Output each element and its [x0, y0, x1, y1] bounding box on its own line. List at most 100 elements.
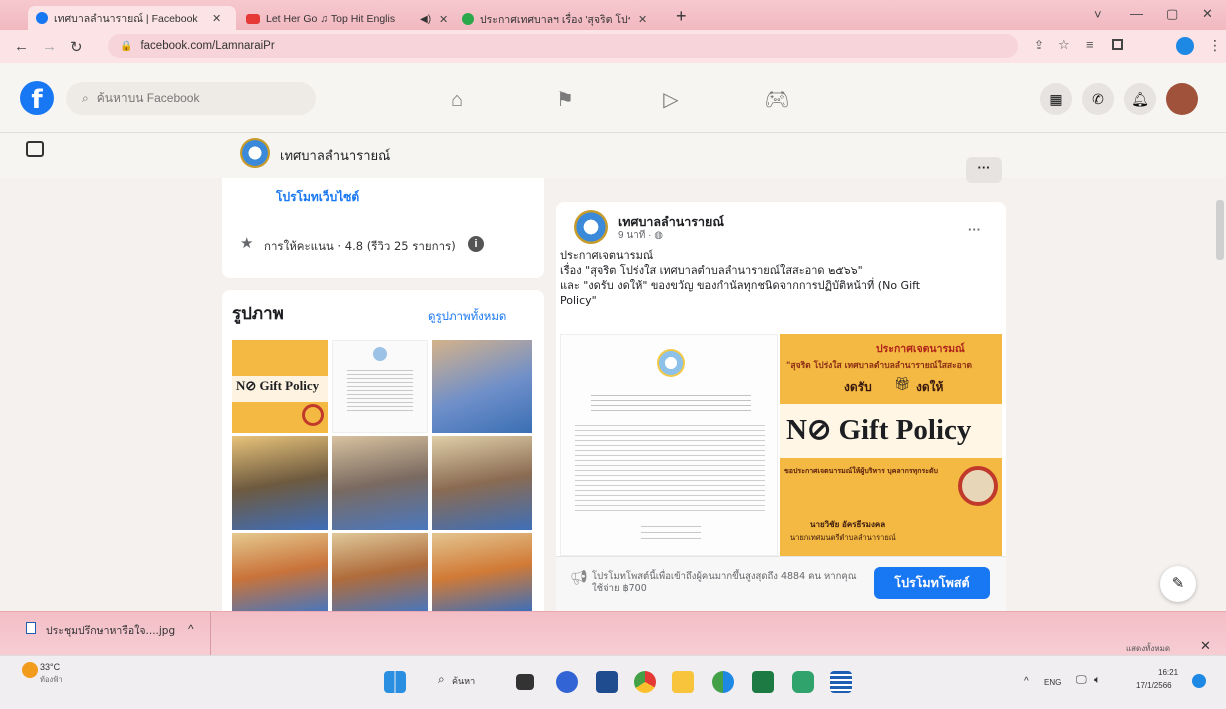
photo-thumbnail[interactable]: [332, 533, 428, 611]
taskbar-search-label[interactable]: ค้นหา: [452, 674, 475, 688]
side-panel-icon[interactable]: [1112, 39, 1123, 50]
promote-post-bar: 📢︎ โปรโมทโพสต์นี้เพื่อเข้าถึงผู้คนมากขึ้…: [556, 556, 1006, 611]
notepad-icon[interactable]: [830, 671, 852, 693]
excel-icon[interactable]: [752, 671, 774, 693]
task-view-icon[interactable]: [516, 674, 534, 690]
page-more-button[interactable]: ···: [966, 157, 1002, 183]
account-avatar[interactable]: [1166, 83, 1198, 115]
language-indicator[interactable]: ENG: [1044, 678, 1061, 687]
photo-thumbnail[interactable]: N⊘ Gift Policy: [232, 340, 328, 433]
post-time[interactable]: 9 นาที · ◍: [618, 228, 663, 243]
browser-menu-icon[interactable]: ⋮: [1208, 37, 1222, 54]
gaming-icon[interactable]: 🎮︎: [764, 89, 790, 111]
line-icon[interactable]: [792, 671, 814, 693]
close-window-button[interactable]: ✕: [1202, 6, 1213, 22]
chrome-icon[interactable]: [634, 671, 656, 693]
watch-video-icon[interactable]: ▷: [658, 89, 684, 111]
photo-thumbnail[interactable]: [432, 533, 532, 611]
download-chevron-icon[interactable]: ^: [188, 622, 194, 636]
poster-body: ขอประกาศเจตนารมณ์ให้ผู้บริหาร บุคลากรทุก…: [784, 467, 938, 475]
windows-start-icon[interactable]: [384, 671, 406, 693]
page-header-strip: เทศบาลลำนารายณ์ ···: [0, 133, 1226, 183]
clock-date[interactable]: 17/1/2566: [1136, 681, 1172, 690]
profile-avatar-icon[interactable]: [1176, 37, 1194, 55]
post-image-nogift-poster[interactable]: ประกาศเจตนารมณ์ "สุจริต โปร่งใส เทศบาลตำ…: [780, 334, 1002, 556]
network-icon[interactable]: 🖵: [1076, 674, 1087, 687]
back-icon[interactable]: ←: [14, 38, 29, 55]
forward-icon[interactable]: →: [42, 38, 57, 55]
reading-list-icon[interactable]: ≡: [1086, 37, 1094, 52]
photos-card: รูปภาพ ดูรูปภาพทั้งหมด N⊘ Gift Policy: [222, 290, 544, 611]
maximize-button[interactable]: ▢: [1166, 6, 1178, 22]
tab-youtube[interactable]: Let Her Go ♫ Top Hit Englis ◀) ✕: [238, 8, 450, 30]
photo-thumbnail[interactable]: [232, 436, 328, 530]
share-icon[interactable]: ⇪: [1034, 38, 1044, 52]
edge-icon[interactable]: [712, 671, 734, 693]
weather-icon[interactable]: [22, 662, 38, 678]
page-scrollbar[interactable]: [1216, 200, 1224, 260]
tab-title: ประกาศเทศบาลฯ เรื่อง 'สุจริต โปร่ง: [480, 13, 630, 26]
post-text-line: Policy": [560, 294, 597, 307]
bookmark-star-icon[interactable]: ☆: [1058, 37, 1070, 53]
page-info-card: โปรโมทเว็บไซต์ ★ การให้คะแนน · 4.8 (รีวิ…: [222, 178, 544, 278]
photo-thumbnail[interactable]: [232, 533, 328, 611]
file-explorer-icon[interactable]: [672, 671, 694, 693]
page-logo-icon[interactable]: [240, 138, 270, 168]
download-filename[interactable]: ประชุมปรึกษาหารือใจ....jpg: [46, 622, 175, 639]
close-tab-icon[interactable]: ✕: [439, 13, 448, 26]
page-name[interactable]: เทศบาลลำนารายณ์: [280, 145, 390, 166]
tab-search-icon[interactable]: ˅: [1094, 7, 1102, 22]
close-download-bar-button[interactable]: ✕: [1200, 638, 1211, 654]
file-icon: [26, 622, 36, 634]
taskbar-search-icon[interactable]: ⌕: [438, 672, 445, 687]
volume-icon[interactable]: 🔈︎: [1094, 674, 1101, 687]
site-favicon-icon: [462, 13, 474, 25]
facebook-logo-icon[interactable]: f: [20, 81, 54, 115]
speaker-icon[interactable]: ◀): [420, 14, 431, 25]
poster-sign-name: นายวิชัย อัครธีรมงคล: [810, 520, 886, 529]
photo-thumbnail[interactable]: [432, 436, 532, 530]
notifications-bell-icon[interactable]: 🔔︎: [1124, 83, 1156, 115]
tab-facebook[interactable]: เทศบาลลำนารายณ์ | Facebook ✕: [28, 6, 236, 30]
photo-thumbnail[interactable]: [432, 340, 532, 433]
chat-icon[interactable]: [556, 671, 578, 693]
tray-overflow-icon[interactable]: ^: [1024, 676, 1029, 687]
post-image-document[interactable]: [560, 334, 778, 556]
url-field[interactable]: 🔒 facebook.com/LamnaraiPr: [108, 34, 1018, 58]
weather-temp[interactable]: 33°C: [40, 662, 60, 672]
see-all-photos-link[interactable]: ดูรูปภาพทั้งหมด: [428, 308, 506, 326]
menu-grid-icon[interactable]: ▦: [1040, 83, 1072, 115]
promote-post-text: โปรโมทโพสต์นี้เพื่อเข้าถึงผู้คนมากขึ้นสู…: [592, 571, 857, 594]
no-symbol-icon: [302, 404, 324, 426]
download-bar: ประชุมปรึกษาหารือใจ....jpg ^ แสดงทั้งหมด…: [0, 611, 1226, 656]
new-tab-button[interactable]: +: [676, 6, 687, 27]
search-icon: ⌕: [82, 91, 89, 105]
minimize-button[interactable]: —: [1130, 6, 1143, 21]
pages-flag-icon[interactable]: ⚑: [552, 89, 578, 111]
info-icon[interactable]: i: [468, 236, 484, 252]
photo-thumbnail[interactable]: [332, 436, 428, 530]
notification-center-icon[interactable]: [1192, 674, 1206, 688]
store-icon[interactable]: [596, 671, 618, 693]
clock-time[interactable]: 16:21: [1158, 668, 1178, 677]
nogift-thumb-text: N⊘ Gift Policy: [236, 378, 320, 393]
close-tab-icon[interactable]: ✕: [638, 13, 647, 26]
home-icon[interactable]: ⌂: [444, 89, 470, 111]
promote-website-link[interactable]: โปรโมทเว็บไซต์: [276, 188, 359, 207]
post-author-avatar[interactable]: [574, 210, 608, 244]
youtube-favicon-icon: [246, 14, 260, 24]
messenger-icon[interactable]: ✆: [1082, 83, 1114, 115]
show-all-downloads-link[interactable]: แสดงทั้งหมด: [1126, 642, 1170, 655]
promote-post-button[interactable]: โปรโมทโพสต์: [874, 567, 990, 599]
tab-announcement[interactable]: ประกาศเทศบาลฯ เรื่อง 'สุจริต โปร่ง ✕: [454, 8, 664, 30]
facebook-search-input[interactable]: ⌕ ค้นหาบน Facebook: [66, 82, 316, 115]
sidebar-toggle-icon[interactable]: [26, 141, 44, 157]
facebook-top-bar: f ⌕ ค้นหาบน Facebook ⌂ ⚑ ▷ 🎮︎ ▦ ✆ 🔔︎: [0, 63, 1226, 133]
reload-icon[interactable]: ↻: [70, 38, 83, 56]
new-message-button[interactable]: ✎: [1160, 566, 1196, 602]
photo-thumbnail[interactable]: [332, 340, 428, 433]
post-more-icon[interactable]: ···: [968, 222, 981, 237]
globe-icon: ◍: [654, 230, 664, 241]
rating-text: การให้คะแนน · 4.8 (รีวิว 25 รายการ): [264, 239, 456, 253]
close-tab-icon[interactable]: ✕: [212, 12, 221, 25]
